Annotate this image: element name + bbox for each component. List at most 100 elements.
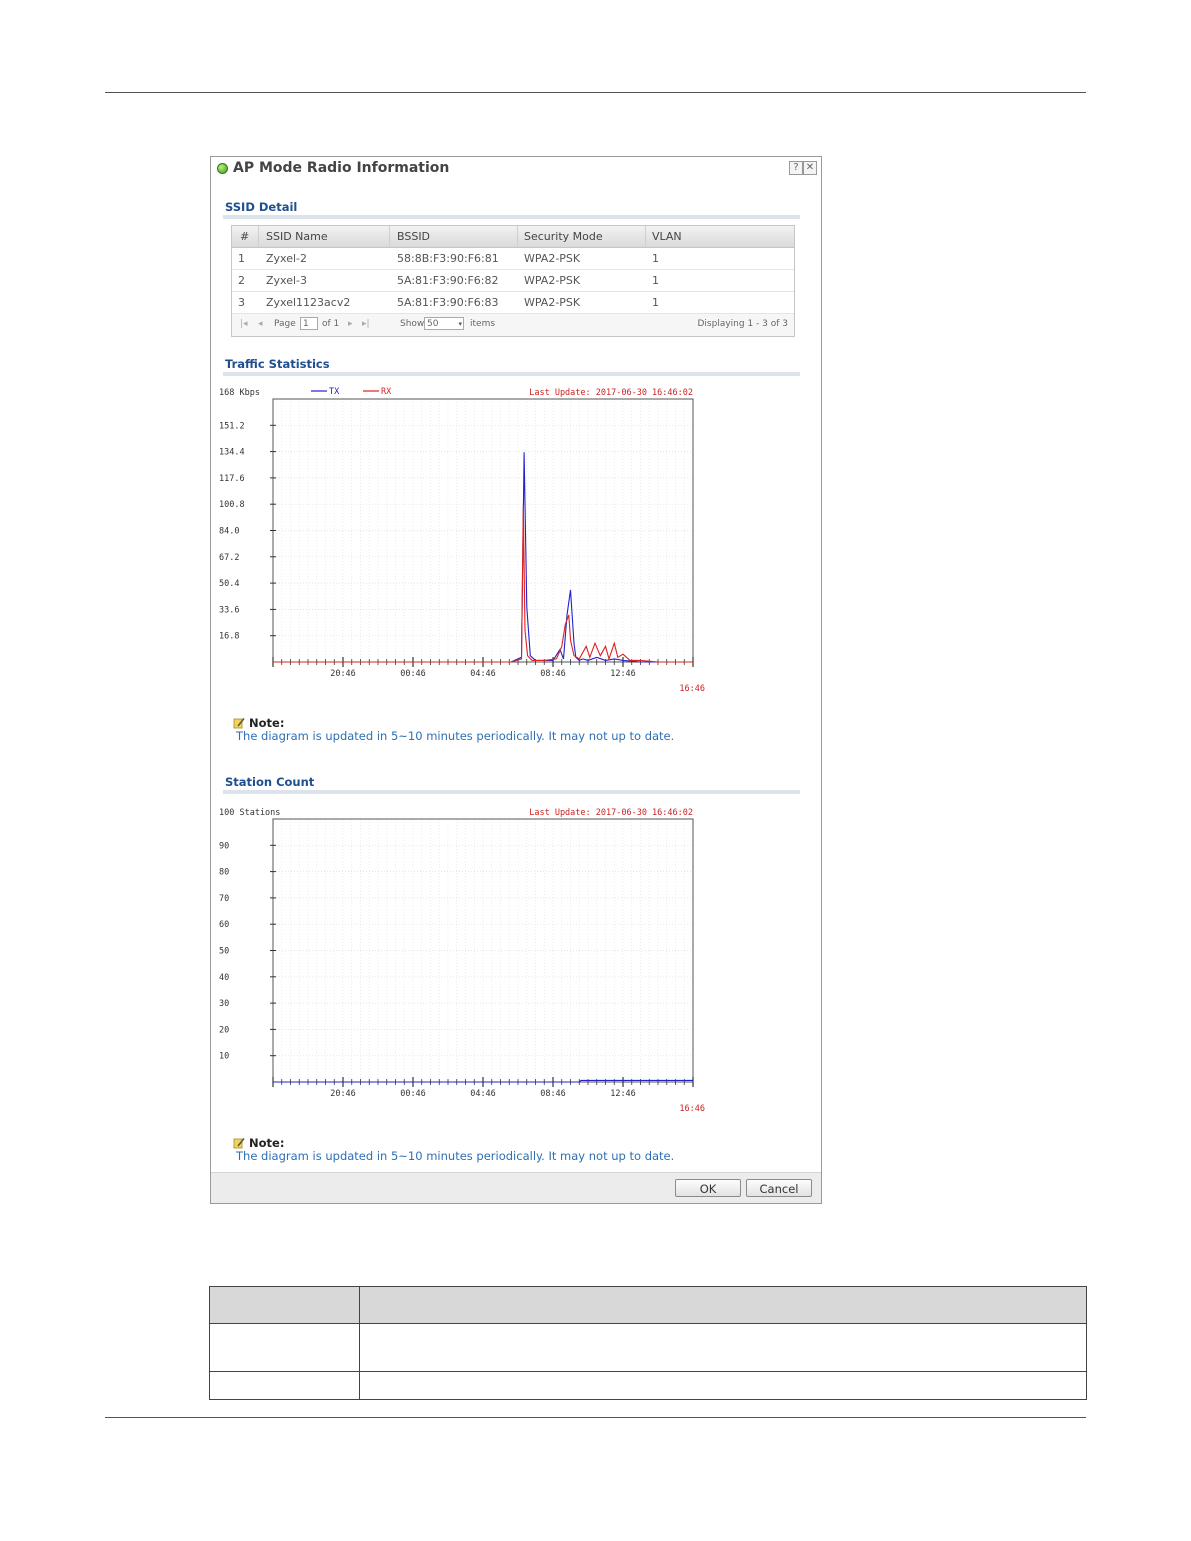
y-tick-label: 90 [219,841,229,851]
section-divider [223,372,800,376]
x-tick-label: 20:46 [330,669,356,679]
y-axis-top-label: 100 Stations [219,808,280,818]
row-vlan: 1 [652,274,659,287]
y-tick-label: 10 [219,1052,229,1062]
row-ssid-name: Zyxel-2 [266,252,308,265]
y-tick-label: 50.4 [219,579,239,589]
description-table [209,1286,1087,1400]
section-divider [223,790,800,794]
x-tick-label: 12:46 [610,1089,636,1099]
x-tick-label: 20:46 [330,1089,356,1099]
last-update-label: Last Update: 2017-06-30 16:46:02 [529,808,693,818]
note-pencil-icon [233,718,245,729]
displaying-summary: Displaying 1 - 3 of 3 [697,319,789,329]
y-tick-label: 30 [219,999,229,1009]
row-bssid: 58:8B:F3:90:F6:81 [397,252,499,265]
page-number-input[interactable]: 1 [300,317,318,330]
x-tick-label: 04:46 [470,669,496,679]
note-label: Note: [249,1136,285,1150]
row-security-mode: WPA2-PSK [524,252,581,265]
x-tick-label: 00:46 [400,1089,426,1099]
note-text: The diagram is updated in 5~10 minutes p… [236,1149,675,1163]
row-ssid-name: Zyxel-3 [266,274,308,287]
row-vlan: 1 [652,252,659,265]
y-tick-label: 70 [219,894,229,904]
page-label: Page [274,319,296,329]
table-row[interactable]: 2 Zyxel-3 5A:81:F3:90:F6:82 WPA2-PSK 1 [232,270,794,292]
y-tick-label: 117.6 [219,474,245,484]
station-count-chart: 100 Stations Last Update: 2017-06-30 16:4… [219,808,705,1114]
x-end-label: 16:46 [679,684,705,694]
legend-label-rx: RX [381,387,392,397]
y-tick-label: 40 [219,973,229,983]
items-label: items [470,319,496,329]
first-page-icon[interactable]: |◂ [240,319,248,329]
close-icon[interactable]: ✕ [803,161,817,175]
last-update-label: Last Update: 2017-06-30 16:46:02 [529,388,693,398]
y-tick-label: 20 [219,1025,229,1035]
cancel-button[interactable]: Cancel [746,1179,812,1197]
note-label: Note: [249,716,285,730]
traffic-statistics-title: Traffic Statistics [225,357,330,371]
y-tick-label: 33.6 [219,605,239,615]
dialog-footer: OK Cancel [211,1172,821,1203]
row-ssid-name: Zyxel1123acv2 [266,296,351,309]
x-tick-label: 12:46 [610,669,636,679]
col-header-index[interactable]: # [240,230,249,243]
ap-mode-radio-information-dialog: AP Mode Radio Information ? ✕ SSID Detai… [210,156,822,1204]
x-tick-label: 00:46 [400,669,426,679]
y-tick-label: 67.2 [219,553,239,563]
page-bottom-rule [105,1417,1086,1418]
note-text: The diagram is updated in 5~10 minutes p… [236,729,675,743]
row-index: 1 [238,252,245,265]
y-tick-label: 151.2 [219,421,245,431]
page-of-label: of 1 [322,319,340,329]
table-row[interactable]: 3 Zyxel1123acv2 5A:81:F3:90:F6:83 WPA2-P… [232,292,794,314]
col-header-bssid[interactable]: BSSID [397,230,430,243]
x-tick-label: 04:46 [470,1089,496,1099]
items-per-page-value: 50 [427,319,439,329]
ok-button[interactable]: OK [675,1179,741,1197]
row-security-mode: WPA2-PSK [524,296,581,309]
dialog-title: AP Mode Radio Information [233,160,450,176]
legend-label-tx: TX [329,387,340,397]
col-header-vlan[interactable]: VLAN [652,230,682,243]
prev-page-icon[interactable]: ◂ [258,319,263,329]
row-security-mode: WPA2-PSK [524,274,581,287]
row-bssid: 5A:81:F3:90:F6:83 [397,296,499,309]
row-bssid: 5A:81:F3:90:F6:82 [397,274,499,287]
y-tick-label: 50 [219,947,229,957]
traffic-statistics-chart: 168 Kbps Last Update: 2017-06-30 16:46:02… [219,387,705,694]
table-row [210,1324,1086,1372]
y-tick-label: 60 [219,920,229,930]
chevron-down-icon: ▾ [458,320,462,328]
last-page-icon[interactable]: ▸| [362,319,370,329]
y-tick-label: 84.0 [219,527,239,537]
col-header-ssid-name[interactable]: SSID Name [266,230,328,243]
x-end-label: 16:46 [679,1104,705,1114]
table-row [210,1287,1086,1324]
table-pager: |◂ ◂ Page 1 of 1 ▸ ▸| Show 50 ▾ items Di… [232,314,794,336]
ssid-table-header: # SSID Name BSSID Security Mode VLAN [232,226,794,248]
y-tick-label: 80 [219,868,229,878]
ssid-table: # SSID Name BSSID Security Mode VLAN 1 Z… [231,225,795,337]
help-icon[interactable]: ? [789,161,803,175]
y-tick-label: 16.8 [219,632,239,642]
table-row[interactable]: 1 Zyxel-2 58:8B:F3:90:F6:81 WPA2-PSK 1 [232,248,794,270]
station-count-title: Station Count [225,775,315,789]
show-label: Show [400,319,425,329]
y-axis-top-label: 168 Kbps [219,388,260,398]
note-pencil-icon [233,1138,245,1149]
x-tick-label: 08:46 [540,669,566,679]
x-tick-label: 08:46 [540,1089,566,1099]
ssid-detail-title: SSID Detail [225,200,298,214]
table-row [210,1372,1086,1399]
y-tick-label: 134.4 [219,448,245,458]
y-tick-label: 100.8 [219,500,245,510]
row-vlan: 1 [652,296,659,309]
section-divider [223,215,800,219]
items-per-page-select[interactable]: 50 ▾ [424,317,464,330]
row-index: 2 [238,274,245,287]
next-page-icon[interactable]: ▸ [348,319,353,329]
col-header-security-mode[interactable]: Security Mode [524,230,603,243]
